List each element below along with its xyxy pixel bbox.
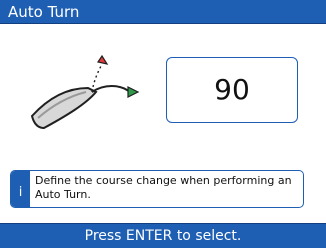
info-text: Define the course change when performing…	[35, 174, 292, 201]
window-title: Auto Turn	[8, 3, 80, 21]
course-change-value-field[interactable]: 90	[166, 57, 298, 123]
title-bar: Auto Turn	[0, 0, 326, 24]
info-box: i Define the course change when performi…	[10, 170, 304, 208]
auto-turn-screen: Auto Turn 90 i Define the course change …	[0, 0, 326, 248]
footer-hint: Press ENTER to select.	[84, 228, 242, 244]
course-change-value: 90	[214, 73, 250, 106]
boat-course-change-icon	[30, 54, 140, 130]
footer-bar: Press ENTER to select.	[0, 223, 326, 248]
info-icon: i	[18, 185, 23, 200]
